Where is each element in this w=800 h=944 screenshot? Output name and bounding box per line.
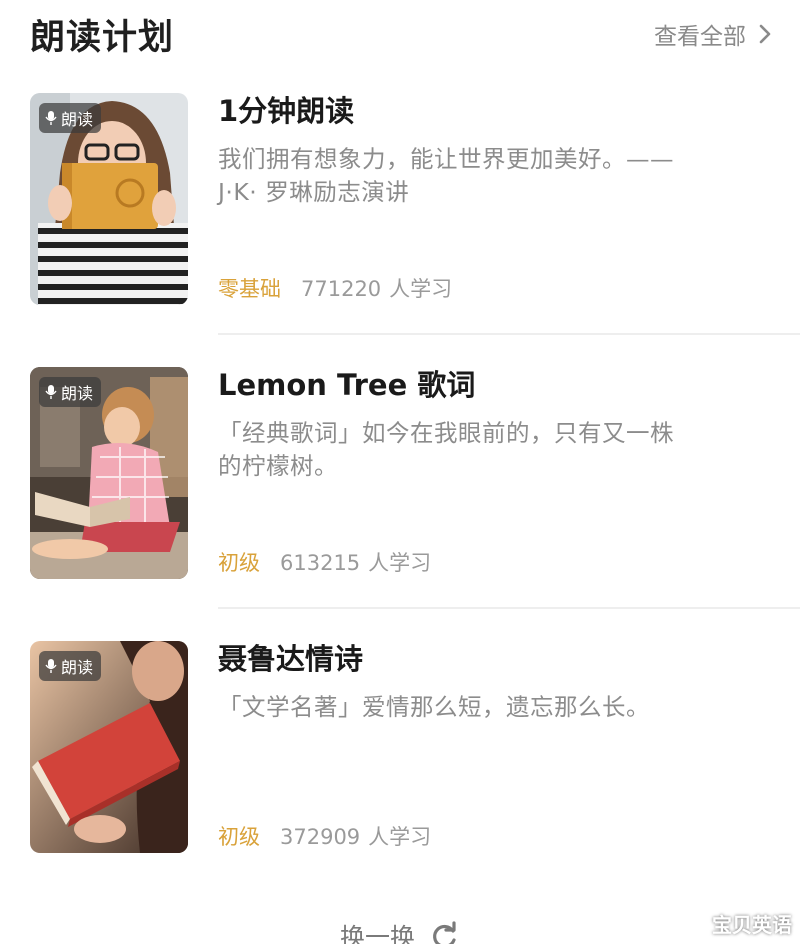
chevron-right-icon [759,24,771,44]
plan-description-line: 我们拥有想象力，能让世界更加美好。—— [218,145,674,173]
plan-title: 1分钟朗读 [218,94,355,128]
read-badge: 朗读 [39,651,102,681]
section-title: 朗读计划 [30,17,175,58]
plan-card[interactable]: 朗读 聂鲁达情诗 「文学名著」爱情那么短，遗忘那么长。 初级 372909 人学习 [30,641,800,853]
learner-unit: 人学习 [389,277,453,301]
plan-thumbnail: 朗读 [30,93,188,305]
plan-thumbnail: 朗读 [30,367,188,579]
section-header: 朗读计划 查看全部 [30,8,772,60]
divider [218,607,800,609]
plan-thumbnail: 朗读 [30,641,188,853]
plan-description: 我们拥有想象力，能让世界更加美好。—— J·K· 罗琳励志演讲 [218,143,758,209]
plan-card[interactable]: 朗读 1分钟朗读 我们拥有想象力，能让世界更加美好。—— J·K· 罗琳励志演讲… [30,93,800,305]
refresh-icon [433,921,456,944]
plan-title: 聂鲁达情诗 [218,642,364,676]
learner-unit: 人学习 [368,825,432,849]
learner-count: 372909 人学习 [280,821,431,851]
microphone-icon [45,659,57,673]
watermark: 宝贝英语 [712,913,792,937]
reading-plan-page: 朗读计划 查看全部 朗读 1分钟朗读 我们拥有想象力，能让世界更加美好。—— J… [0,0,800,944]
plan-info: Lemon Tree 歌词 「经典歌词」如今在我眼前的，只有又一株 的柠檬树。 … [218,367,800,579]
plan-meta: 零基础 771220 人学习 [218,273,452,303]
see-all-button[interactable]: 查看全部 [654,17,772,51]
plan-card[interactable]: 朗读 Lemon Tree 歌词 「经典歌词」如今在我眼前的，只有又一株 的柠檬… [30,367,800,579]
microphone-icon [45,385,57,399]
refresh-label: 换一换 [340,923,416,944]
microphone-icon [45,111,57,125]
read-badge-label: 朗读 [61,658,94,677]
level-tag: 初级 [218,551,260,575]
level-tag: 零基础 [218,277,281,301]
plan-description: 「文学名著」爱情那么短，遗忘那么长。 [218,691,758,724]
read-badge: 朗读 [39,103,102,133]
refresh-button[interactable]: 换一换 [340,918,459,944]
learner-number: 613215 [280,551,361,575]
learner-count: 771220 人学习 [301,273,452,303]
learner-unit: 人学习 [368,551,432,575]
plan-description-line: J·K· 罗琳励志演讲 [218,178,410,206]
plan-description-line: 「文学名著」爱情那么短，遗忘那么长。 [218,693,650,721]
plan-info: 聂鲁达情诗 「文学名著」爱情那么短，遗忘那么长。 初级 372909 人学习 [218,641,800,853]
read-badge-label: 朗读 [61,384,94,403]
read-badge-label: 朗读 [61,110,94,129]
plan-info: 1分钟朗读 我们拥有想象力，能让世界更加美好。—— J·K· 罗琳励志演讲 零基… [218,93,800,305]
see-all-label: 查看全部 [654,24,746,50]
read-badge: 朗读 [39,377,102,407]
learner-count: 613215 人学习 [280,547,431,577]
level-tag: 初级 [218,825,260,849]
plan-description-line: 「经典歌词」如今在我眼前的，只有又一株 [218,419,674,447]
plan-meta: 初级 372909 人学习 [218,821,431,851]
plan-title: Lemon Tree 歌词 [218,368,476,402]
plan-meta: 初级 613215 人学习 [218,547,431,577]
plan-description-line: 的柠檬树。 [218,452,338,480]
divider [218,333,800,335]
plan-description: 「经典歌词」如今在我眼前的，只有又一株 的柠檬树。 [218,417,758,483]
learner-number: 771220 [301,277,382,301]
learner-number: 372909 [280,825,361,849]
